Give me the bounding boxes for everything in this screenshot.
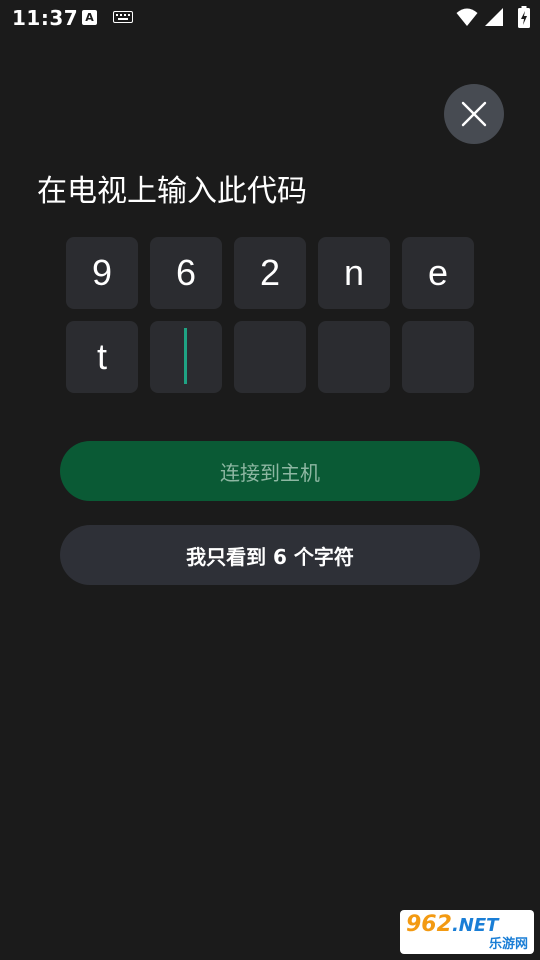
code-cell[interactable]: 9 <box>66 237 138 309</box>
code-cell[interactable]: t <box>66 321 138 393</box>
status-time: 11:37 <box>12 6 79 30</box>
battery-charging-icon <box>518 6 530 28</box>
code-cell[interactable]: 6 <box>150 237 222 309</box>
code-char: 6 <box>175 252 197 293</box>
connect-to-host-button[interactable]: 连接到主机 <box>60 441 480 501</box>
close-icon <box>461 101 487 127</box>
code-cell[interactable]: n <box>318 237 390 309</box>
wifi-icon <box>456 8 478 26</box>
page-title: 在电视上输入此代码 <box>37 174 307 209</box>
code-cell[interactable]: 2 <box>234 237 306 309</box>
code-char: t <box>96 336 107 377</box>
keyboard-icon <box>113 11 133 23</box>
code-cell[interactable]: e <box>402 237 474 309</box>
code-char: 2 <box>259 252 281 293</box>
close-button[interactable] <box>444 84 504 144</box>
code-cell[interactable] <box>402 321 474 393</box>
code-char: e <box>427 252 449 293</box>
status-bar: 11:37 A <box>0 0 540 36</box>
a-notification-icon: A <box>82 10 97 25</box>
only-six-characters-button[interactable]: 我只看到 6 个字符 <box>60 525 480 585</box>
code-cell[interactable] <box>318 321 390 393</box>
code-cell[interactable] <box>234 321 306 393</box>
code-cell[interactable] <box>150 321 222 393</box>
watermark-main: 962.NET <box>406 912 499 937</box>
code-input-grid[interactable]: 9 6 2 n e t <box>66 237 476 393</box>
code-char: 9 <box>91 252 113 293</box>
site-watermark-logo: 962.NET 乐游网 <box>400 910 534 954</box>
signal-icon <box>485 8 503 26</box>
text-cursor <box>184 328 187 384</box>
code-char: n <box>343 252 365 293</box>
watermark-sub: 乐游网 <box>488 937 528 952</box>
